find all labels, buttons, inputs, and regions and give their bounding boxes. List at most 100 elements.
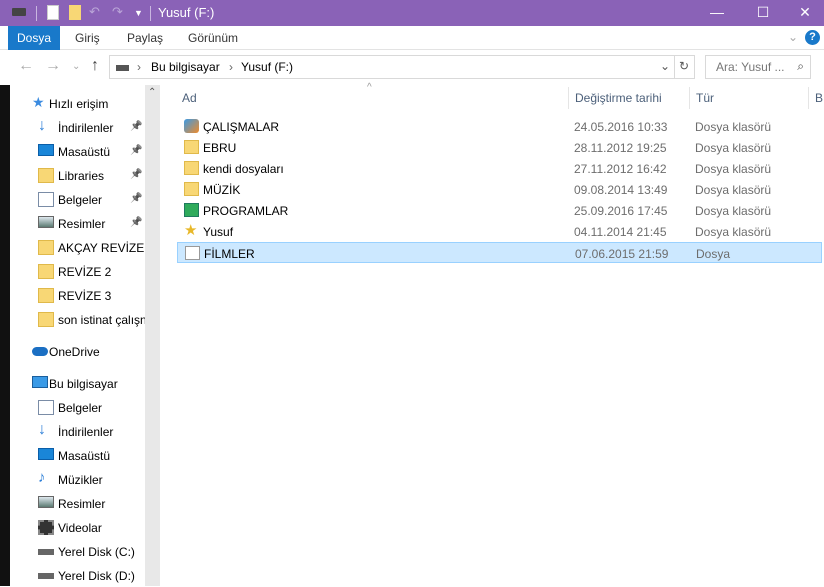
folder-icon: [38, 168, 54, 183]
pictures-icon: [38, 216, 54, 228]
desktop-background: [0, 85, 10, 586]
sidebar-item-label: Masaüstü: [58, 449, 111, 463]
drive-icon: [38, 549, 54, 555]
pictures-icon: [38, 496, 54, 508]
sidebar-item-label: Hızlı erişim: [49, 97, 109, 111]
sidebar-item-label: Belgeler: [58, 401, 103, 415]
redo-icon[interactable]: ↷: [112, 4, 123, 20]
forward-button[interactable]: →: [45, 57, 61, 75]
tab-dosya[interactable]: Dosya: [8, 26, 61, 50]
sidebar-item[interactable]: ♪ Müzikler: [10, 469, 145, 491]
star-icon: ★: [32, 94, 45, 110]
properties-icon[interactable]: [47, 5, 59, 20]
sidebar-item[interactable]: Masaüstü 📌: [10, 141, 145, 163]
file-name: Yusuf: [203, 225, 234, 239]
sidebar-item[interactable]: Videolar: [10, 517, 145, 539]
recent-dropdown-icon[interactable]: ⌄: [72, 61, 80, 72]
tab-gorunum[interactable]: Görünüm: [188, 26, 238, 50]
file-name: MÜZİK: [203, 183, 241, 197]
column-type[interactable]: Tür: [696, 85, 714, 111]
file-row[interactable]: ÇALIŞMALAR 24.05.2016 10:33 Dosya klasörü: [177, 116, 822, 137]
sidebar-item[interactable]: REVİZE 3: [10, 285, 145, 307]
cloud-icon: [32, 347, 48, 356]
sidebar-item[interactable]: ↓ İndirilenler: [10, 421, 145, 443]
file-icon: [185, 246, 200, 260]
file-name: kendi dosyaları: [203, 162, 284, 176]
sidebar-item[interactable]: Yerel Disk (D:): [10, 565, 145, 587]
maximize-button[interactable]: ☐: [740, 0, 786, 26]
sidebar-item-label: Videolar: [58, 521, 102, 535]
sidebar-item-label: Müzikler: [58, 473, 103, 487]
file-date: 28.11.2012 19:25: [574, 141, 667, 155]
column-name[interactable]: Ad: [182, 85, 197, 111]
ribbon: Dosya Giriş Paylaş Görünüm ⌄ ?: [0, 26, 824, 50]
tab-paylas[interactable]: Paylaş: [127, 26, 163, 50]
customize-dropdown-icon[interactable]: ▼: [134, 8, 143, 18]
sidebar-item-label: son istinat çalışn: [58, 313, 145, 327]
search-icon: ⌕: [797, 59, 804, 73]
sidebar-item-label: Masaüstü: [58, 145, 111, 159]
folder-icon: [184, 182, 199, 196]
sidebar-item-label: REVİZE 3: [58, 289, 112, 303]
folder-icon: [184, 140, 199, 154]
navigation-pane-scrollbar[interactable]: ⌃: [145, 85, 160, 586]
title-bar: ↶ ↷ ▼ Yusuf (F:) — ☐ ✕: [0, 0, 824, 26]
pin-icon[interactable]: 📌: [130, 121, 142, 132]
refresh-icon[interactable]: ↻: [679, 59, 689, 73]
sidebar-item[interactable]: son istinat çalışn: [10, 309, 145, 331]
file-row[interactable]: FİLMLER 07.06.2015 21:59 Dosya: [177, 242, 822, 263]
special-folder-icon: [184, 119, 199, 133]
sidebar-item[interactable]: OneDrive: [10, 341, 145, 363]
sidebar-item[interactable]: AKÇAY REVİZE D: [10, 237, 145, 259]
sidebar-item-label: Resimler: [58, 217, 106, 231]
search-placeholder: Ara: Yusuf ...: [716, 60, 785, 74]
sidebar-item-label: Yerel Disk (D:): [58, 569, 135, 583]
minimize-button[interactable]: —: [694, 0, 740, 26]
sidebar-item-label: Resimler: [58, 497, 106, 511]
address-bar[interactable]: › Bu bilgisayar › Yusuf (F:) ⌄ ↻: [109, 55, 695, 79]
sidebar-item[interactable]: REVİZE 2: [10, 261, 145, 283]
column-size[interactable]: B: [815, 85, 823, 111]
sidebar-item-label: Libraries: [58, 169, 105, 183]
file-date: 27.11.2012 16:42: [574, 162, 667, 176]
expand-ribbon-icon[interactable]: ⌄: [788, 30, 798, 44]
column-date[interactable]: Değiştirme tarihi: [575, 85, 662, 111]
scroll-up-icon[interactable]: ⌃: [148, 87, 156, 98]
sidebar-item[interactable]: Masaüstü: [10, 445, 145, 467]
pin-icon[interactable]: 📌: [130, 145, 142, 156]
file-row[interactable]: ★ Yusuf 04.11.2014 21:45 Dosya klasörü: [177, 221, 822, 242]
up-button[interactable]: ↑: [91, 57, 99, 75]
sidebar-item[interactable]: Belgeler 📌: [10, 189, 145, 211]
sidebar-item[interactable]: Resimler: [10, 493, 145, 515]
program-folder-icon: [184, 203, 199, 217]
drive-icon: [38, 573, 54, 579]
sidebar-item[interactable]: Bu bilgisayar: [10, 373, 145, 395]
back-button[interactable]: ←: [18, 57, 34, 75]
help-icon[interactable]: ?: [805, 30, 820, 45]
tab-giris[interactable]: Giriş: [75, 26, 100, 50]
sidebar-item[interactable]: ↓ İndirilenler 📌: [10, 117, 145, 139]
address-dropdown-icon[interactable]: ⌄: [660, 59, 670, 73]
file-row[interactable]: kendi dosyaları 27.11.2012 16:42 Dosya kla…: [177, 158, 822, 179]
sidebar-item[interactable]: Yerel Disk (C:): [10, 541, 145, 563]
file-row[interactable]: PROGRAMLAR 25.09.2016 17:45 Dosya klasörü: [177, 200, 822, 221]
file-row[interactable]: EBRU 28.11.2012 19:25 Dosya klasörü: [177, 137, 822, 158]
pin-icon[interactable]: 📌: [130, 169, 142, 180]
sidebar-item-label: İndirilenler: [58, 121, 114, 135]
sidebar-item[interactable]: ★ Hızlı erişim: [10, 93, 145, 115]
sidebar-item[interactable]: Resimler 📌: [10, 213, 145, 235]
search-input[interactable]: Ara: Yusuf ... ⌕: [705, 55, 811, 79]
file-row[interactable]: MÜZİK 09.08.2014 13:49 Dosya klasörü: [177, 179, 822, 200]
new-folder-icon[interactable]: [69, 5, 81, 20]
sidebar-item[interactable]: Belgeler: [10, 397, 145, 419]
breadcrumb-yusuf[interactable]: Yusuf (F:): [241, 60, 293, 74]
close-button[interactable]: ✕: [786, 0, 824, 26]
breadcrumb-bu-bilgisayar[interactable]: Bu bilgisayar: [151, 60, 220, 74]
undo-icon[interactable]: ↶: [89, 4, 100, 20]
pin-icon[interactable]: 📌: [130, 193, 142, 204]
sidebar-item-label: AKÇAY REVİZE D: [58, 241, 145, 255]
sidebar-item[interactable]: Libraries 📌: [10, 165, 145, 187]
computer-icon: [32, 376, 48, 388]
file-name: PROGRAMLAR: [203, 204, 289, 218]
pin-icon[interactable]: 📌: [130, 217, 142, 228]
